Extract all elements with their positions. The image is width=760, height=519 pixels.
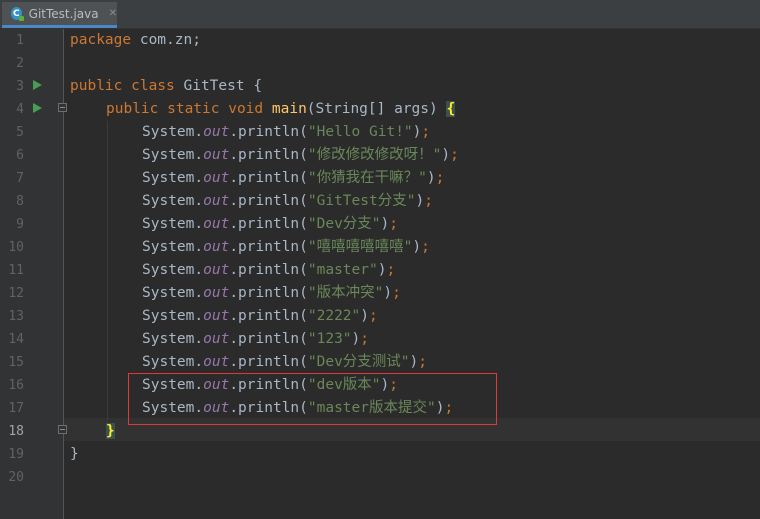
tab-label: GitTest.java bbox=[28, 6, 99, 21]
fold-icon[interactable] bbox=[58, 425, 67, 434]
line-number: 13 bbox=[8, 309, 24, 324]
line-number: 2 bbox=[16, 56, 24, 71]
code-line-14: System.out.println("123"); bbox=[142, 331, 370, 347]
line-number: 9 bbox=[16, 217, 24, 232]
line-number: 8 bbox=[16, 194, 24, 209]
code-line-1: package com.zn; bbox=[70, 32, 201, 48]
line-number: 12 bbox=[8, 286, 24, 301]
code-line-3: public class GitTest { bbox=[70, 78, 263, 94]
code-line-11: System.out.println("master"); bbox=[142, 262, 396, 278]
line-number: 16 bbox=[8, 378, 24, 393]
java-class-icon: C bbox=[11, 7, 24, 21]
line-number: 14 bbox=[8, 332, 24, 347]
line-number: 20 bbox=[8, 470, 24, 485]
line-number: 1 bbox=[16, 33, 24, 48]
code-line-19: } bbox=[70, 446, 79, 462]
line-number: 18 bbox=[8, 424, 24, 439]
line-number: 6 bbox=[16, 148, 24, 163]
code-line-13: System.out.println("2222"); bbox=[142, 308, 378, 324]
editor-tab-bar: C GitTest.java ✕ bbox=[0, 0, 760, 29]
tab-gittest-java[interactable]: C GitTest.java ✕ bbox=[2, 2, 117, 28]
code-line-6: System.out.println("修改修改修改呀！"); bbox=[142, 147, 459, 163]
fold-icon[interactable] bbox=[58, 103, 67, 112]
code-line-7: System.out.println("你猜我在干嘛？"); bbox=[142, 170, 445, 186]
run-class-icon[interactable] bbox=[33, 80, 42, 90]
code-line-18: } bbox=[106, 423, 115, 439]
code-line-5: System.out.println("Hello Git!"); bbox=[142, 124, 431, 140]
code-line-15: System.out.println("Dev分支测试"); bbox=[142, 354, 428, 370]
line-number: 10 bbox=[8, 240, 24, 255]
line-number: 3 bbox=[16, 79, 24, 94]
line-number: 15 bbox=[8, 355, 24, 370]
code-line-12: System.out.println("版本冲突"); bbox=[142, 285, 401, 301]
red-annotation-box bbox=[128, 373, 497, 425]
close-icon[interactable]: ✕ bbox=[109, 8, 117, 19]
line-number: 7 bbox=[16, 171, 24, 186]
line-number: 5 bbox=[16, 125, 24, 140]
code-line-4: public static void main(String[] args) { bbox=[106, 101, 456, 117]
line-number: 4 bbox=[16, 102, 24, 117]
line-number: 19 bbox=[8, 447, 24, 462]
run-main-icon[interactable] bbox=[33, 103, 42, 113]
code-line-10: System.out.println("嘻嘻嘻嘻嘻嘻"); bbox=[142, 239, 430, 255]
indent-guide bbox=[107, 121, 108, 421]
line-number: 17 bbox=[8, 401, 24, 416]
code-line-8: System.out.println("GitTest分支"); bbox=[142, 193, 433, 209]
code-line-9: System.out.println("Dev分支"); bbox=[142, 216, 399, 232]
line-number: 11 bbox=[8, 263, 24, 278]
